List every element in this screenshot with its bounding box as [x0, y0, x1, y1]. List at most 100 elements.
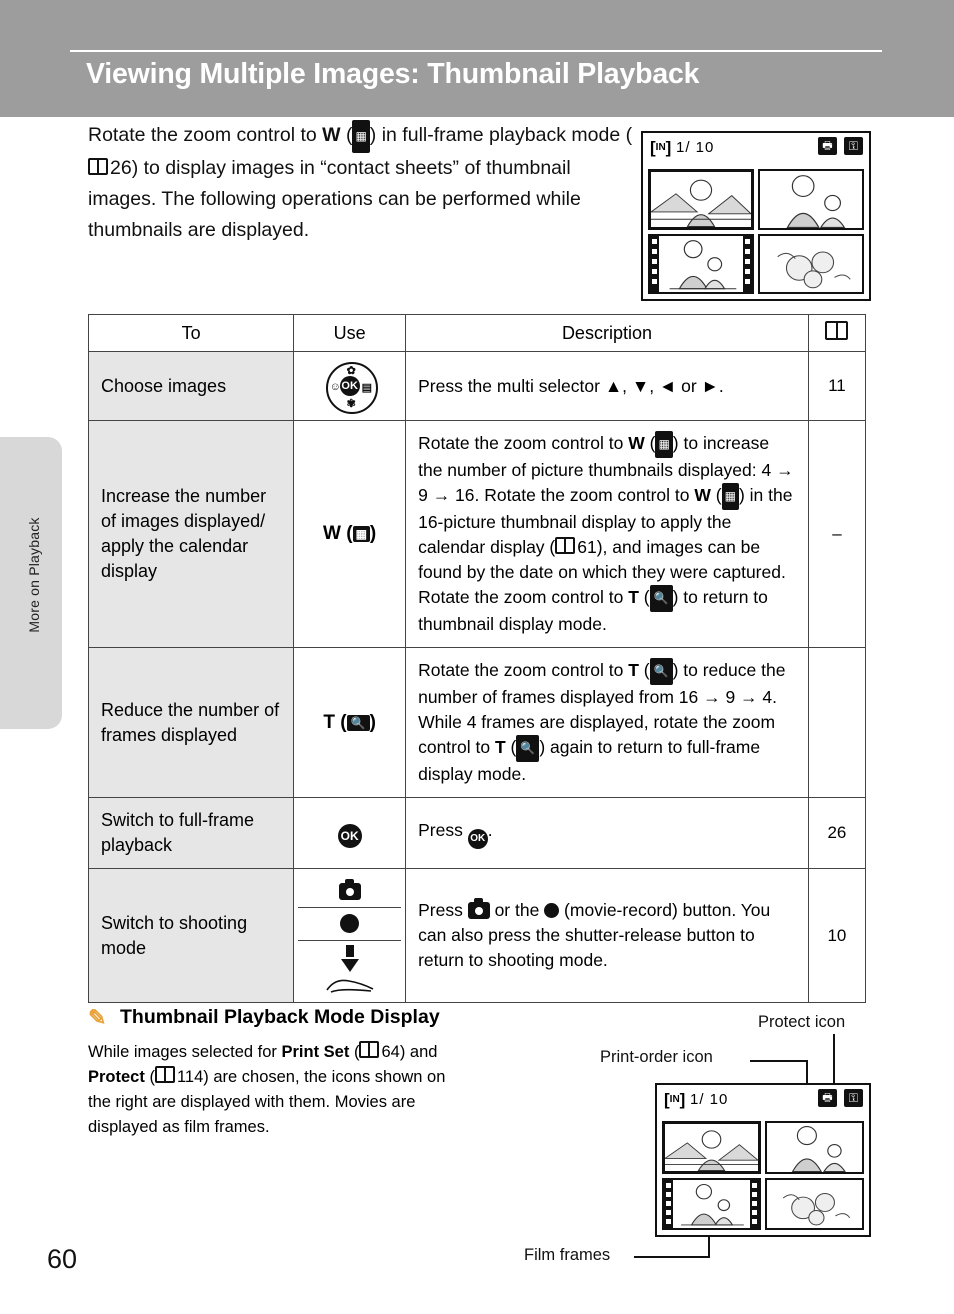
camera-mode-button-icon [298, 879, 401, 903]
intro-text-d: playback mode ( [489, 124, 633, 146]
row-ref-reduce-frames [807, 647, 867, 798]
magnify-icon: 🔍 [516, 735, 540, 762]
magnify-icon: 🔍 [346, 714, 370, 731]
seg: ( [638, 660, 650, 680]
table-header-row: To Use Description [87, 314, 867, 352]
seg: ( [638, 587, 650, 607]
camera-status-bar: [IN] 1/ 10 🖶 ⚿ [657, 1085, 869, 1119]
shutter-finger-icon [323, 976, 377, 994]
internal-memory-icon: [IN] [650, 138, 672, 157]
note-title: Thumbnail Playback Mode Display [120, 1006, 440, 1028]
film-frame-left [650, 235, 659, 292]
seg: ( [710, 485, 722, 505]
thumbnail-icon: ▦ [352, 526, 370, 542]
seg: Rotate the zoom control to [418, 433, 629, 453]
ok-button-icon: OK [293, 797, 407, 869]
row-ref-increase-images: – [807, 420, 867, 648]
zoom-t-label: T [494, 737, 506, 757]
ref-61: 61 [577, 537, 597, 557]
header-use: Use [293, 314, 407, 352]
note-text: the right are displayed with them. Movie… [88, 1093, 416, 1111]
note-heading: ✎ Thumbnail Playback Mode Display [88, 1006, 508, 1029]
thumbnail-1[interactable] [662, 1121, 761, 1174]
print-set-term: Print Set [281, 1043, 350, 1061]
frame-counter: 1/ 10 [676, 139, 715, 156]
callout-film-frames: Film frames [524, 1246, 611, 1264]
table-row: Reduce the number of frames displayed T … [87, 647, 867, 798]
camera-screen-top: [IN] 1/ 10 🖶 ⚿ [641, 131, 871, 301]
intro-text-a: Rotate the zoom control to [88, 124, 323, 146]
protect-term: Protect [88, 1068, 145, 1086]
book-icon [359, 1041, 380, 1058]
status-icons: 🖶 ⚿ [818, 1089, 863, 1107]
zoom-w-label: W [628, 433, 645, 453]
zoom-t-label: T [323, 711, 335, 733]
thumbnail-2[interactable] [758, 169, 864, 230]
zoom-t-label: T [628, 587, 639, 607]
thumbnail-4[interactable] [758, 233, 864, 294]
thumbnail-4[interactable] [765, 1177, 864, 1230]
seg: ( [505, 737, 517, 757]
note-text: While images selected for [88, 1043, 282, 1061]
row-desc-shooting-mode: Press or the (movie-record) button. You … [405, 868, 809, 1003]
magnify-icon: 🔍 [649, 585, 673, 612]
press-arrow-icon [298, 945, 401, 972]
film-frame-right [750, 1179, 759, 1228]
intro-text-c: ) in full-frame [369, 124, 484, 146]
table-row: Switch to shooting mode Press or the (mo… [87, 868, 867, 1003]
seg: Rotate the zoom control to [418, 660, 629, 680]
ref-64: 64 [381, 1043, 400, 1061]
row-ref-full-frame: 26 [807, 797, 867, 869]
chapter-side-tab-label: More on Playback [26, 517, 42, 633]
header-reference [807, 314, 867, 352]
film-frame-right [743, 235, 752, 292]
protect-icon: ⚿ [844, 137, 863, 155]
thumbnail-grid [662, 1121, 864, 1230]
header-divider [70, 50, 882, 52]
row-label-full-frame: Switch to full-frame playback [87, 797, 295, 869]
zoom-w-label: W [322, 124, 341, 146]
movie-record-button-icon [298, 907, 402, 941]
zoom-control-t-icon: T (🔍) [293, 647, 407, 798]
row-desc-full-frame: Press OK. [405, 797, 809, 869]
internal-memory-icon: [IN] [664, 1090, 686, 1109]
document-page: Viewing Multiple Images: Thumbnail Playb… [0, 0, 954, 1314]
chapter-side-tab: More on Playback [0, 437, 62, 729]
magnify-icon: 🔍 [649, 658, 673, 685]
note-text: ( [349, 1043, 360, 1061]
note-text: ( [144, 1068, 155, 1086]
book-icon [154, 1066, 175, 1083]
row-label-choose-images: Choose images [87, 351, 295, 421]
shooting-buttons-icon [293, 868, 407, 1003]
page-header-band: Viewing Multiple Images: Thumbnail Playb… [0, 0, 954, 117]
row-ref-choose-images: 11 [807, 351, 867, 421]
note-text: ) and [399, 1043, 438, 1061]
intro-paragraph: Rotate the zoom control to W (▦) in full… [88, 120, 633, 246]
seg: ( [644, 433, 656, 453]
zoom-t-label: T [628, 660, 639, 680]
thumbnail-1[interactable] [648, 169, 754, 230]
pencil-icon: ✎ [88, 1004, 107, 1030]
protect-icon: ⚿ [844, 1089, 863, 1107]
ok-button-glyph: OK [467, 828, 488, 849]
print-order-icon: 🖶 [818, 137, 837, 155]
page-number: 60 [47, 1244, 78, 1274]
row-desc-choose-images: Press the multi selector ▲, ▼, ◄ or ►. [405, 351, 809, 421]
thumbnail-3-movie[interactable] [662, 1177, 761, 1230]
table-row: Choose images ✿ ☺ ▤ ✾ OK Press the multi… [87, 351, 867, 421]
note-section: ✎ Thumbnail Playback Mode Display While … [88, 1006, 508, 1140]
zoom-w-label: W [323, 523, 341, 544]
row-label-shooting-mode: Switch to shooting mode [87, 868, 295, 1003]
thumbnail-icon: ▦ [721, 483, 739, 510]
operations-table: To Use Description Choose images ✿ ☺ ▤ ✾… [87, 314, 867, 1003]
book-icon [825, 321, 849, 340]
thumbnail-grid [648, 169, 864, 294]
intro-text-b: ( [340, 124, 353, 146]
thumbnail-2[interactable] [765, 1121, 864, 1174]
multi-selector-icon: ✿ ☺ ▤ ✾ OK [293, 351, 407, 421]
zoom-control-w-icon: W (▦) [293, 420, 407, 648]
ok-button-glyph: OK [337, 823, 362, 848]
note-text: displayed as film frames. [88, 1118, 270, 1136]
thumbnail-3-movie[interactable] [648, 233, 754, 294]
camera-screen-bottom: [IN] 1/ 10 🖶 ⚿ [655, 1083, 871, 1237]
